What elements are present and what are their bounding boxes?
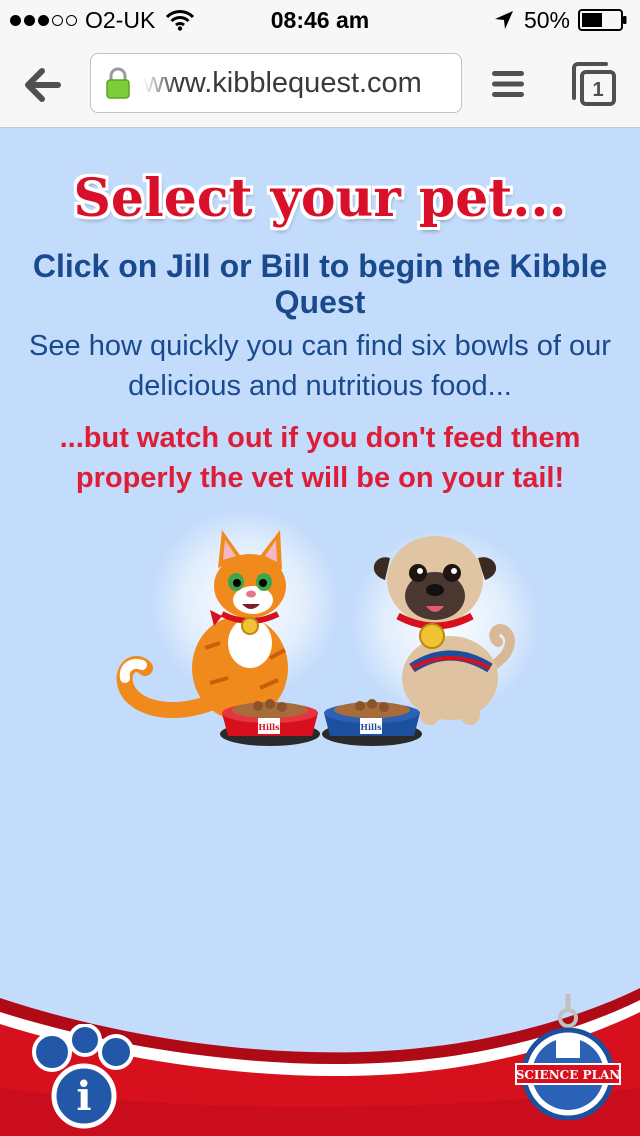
game-description: See how quickly you can find six bowls o… <box>29 330 611 402</box>
location-arrow-icon <box>494 11 513 29</box>
instructions-heading: Click on Jill or Bill to begin the Kibbl… <box>32 248 608 320</box>
address-bar[interactable]: www.kibblequest.com <box>90 53 462 113</box>
battery-icon <box>578 9 627 31</box>
lock-icon <box>106 67 130 99</box>
browser-toolbar: www.kibblequest.com 1 <box>0 40 640 128</box>
info-icon: i <box>76 1073 91 1120</box>
pet-selection: Hills Hills <box>110 508 540 758</box>
tabs-icon[interactable]: 1 <box>570 60 618 108</box>
bowl-label: Hills <box>258 722 280 732</box>
menu-icon[interactable] <box>490 68 526 100</box>
page-content: Select your pet... Click on Jill or Bill… <box>0 128 640 1136</box>
bowl-label: Hills <box>360 722 382 732</box>
battery-percentage: 50% <box>523 6 570 33</box>
cat-jill-icon[interactable]: Hills <box>110 518 320 758</box>
page-title: Select your pet... <box>73 168 567 229</box>
logo-text: SCIENCE PLAN <box>516 1068 621 1082</box>
info-paw-button[interactable]: i <box>30 1024 134 1134</box>
tab-count: 1 <box>592 79 603 101</box>
url-text[interactable]: www.kibblequest.com <box>143 67 422 100</box>
warning-text: ...but watch out if you don't feed them … <box>59 422 581 494</box>
status-bar: O2-UK 08:46 am 50% <box>0 0 640 40</box>
science-plan-logo: SCIENCE PLAN <box>515 994 621 1120</box>
status-right: 50% <box>494 6 628 34</box>
pug-bill-icon[interactable]: Hills <box>320 518 530 758</box>
back-arrow-icon[interactable] <box>20 62 66 108</box>
